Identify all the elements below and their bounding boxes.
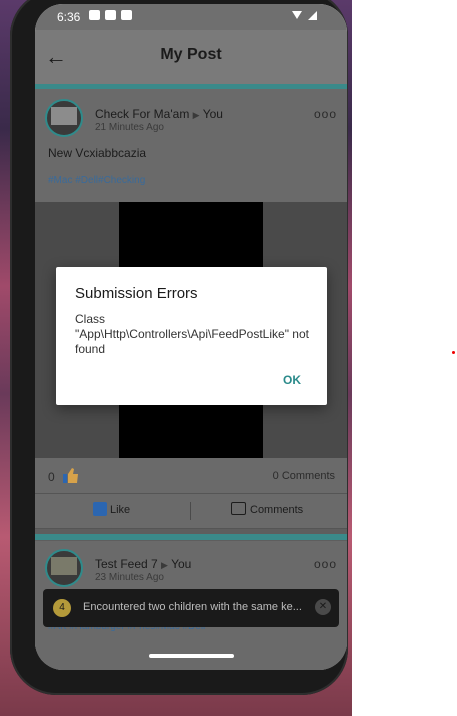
error-dialog: Submission Errors Class "App\Http\Contro… (56, 267, 327, 405)
dialog-message: Class "App\Http\Controllers\Api\FeedPost… (75, 312, 309, 356)
dialog-title: Submission Errors (75, 285, 198, 302)
cursor-dot (452, 351, 455, 354)
ok-button[interactable]: OK (283, 373, 301, 387)
phone-frame: 6:36 ← My Post Check For Ma'am ▶ You 21 … (10, 0, 348, 695)
phone-screen: 6:36 ← My Post Check For Ma'am ▶ You 21 … (35, 4, 347, 670)
